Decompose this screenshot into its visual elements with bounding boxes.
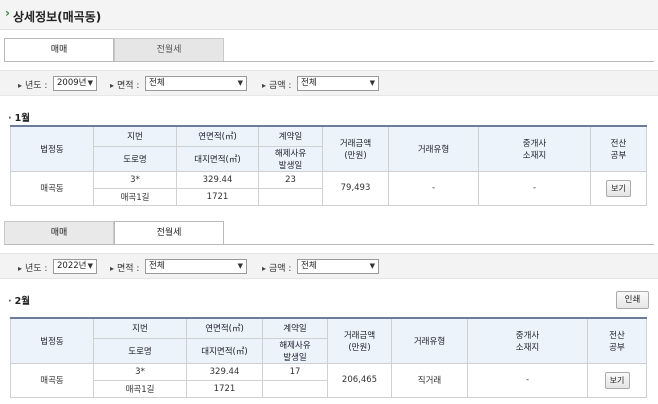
month-heading: · 2월 [8,296,30,307]
view-button[interactable]: 보기 [606,179,631,197]
year-select[interactable]: 2022년 ▼ [53,259,97,274]
cell-jibun: 3* [93,170,177,189]
col-ledger: 전산 공부 [587,317,647,364]
col-land-area: 대지면적(㎡) [186,337,263,364]
cell-land-area: 1721 [176,187,259,206]
page-title: 상세정보(매곡동) [13,10,102,24]
transaction-table-1: 법정동 지번 연면적(㎡) 계약일 거래금액 (만원) 거래유형 중개사 소재지 전… [10,125,647,206]
year-label: 년도 : [25,264,48,274]
tab-bar-2: 매매 전월세 [4,221,224,245]
cell-area: 329.44 [176,170,259,189]
amount-label: 금액 : [269,264,292,274]
cell-dong: 매곡동 [10,170,94,206]
arrow-right-icon: ▸ [18,81,23,90]
area-select[interactable]: 전체 ▼ [145,259,247,274]
tab-divider [4,244,654,245]
transaction-table-2: 법정동 지번 연면적(㎡) 계약일 거래금액 (만원) 거래유형 중개사 소재지 전… [10,317,647,398]
col-agent: 중개사 소재지 [478,125,591,172]
cell-jibun: 3* [93,362,187,381]
col-deal-type: 거래유형 [388,125,479,172]
cell-road: 매곡1길 [93,379,187,398]
arrow-right-icon: ▸ [110,264,115,273]
area-label: 면적 : [117,264,140,274]
col-land-area: 대지면적(㎡) [176,145,259,172]
area-label: 면적 : [117,81,140,91]
tab-divider [4,61,654,62]
col-dong: 법정동 [10,125,94,172]
col-jibun: 지번 [93,317,187,339]
area-select[interactable]: 전체 ▼ [145,76,247,91]
month-heading: · 1월 [8,113,30,124]
col-deal-type: 거래유형 [391,317,468,364]
cell-deal-type: 직거래 [391,362,468,398]
col-agent: 중개사 소재지 [467,317,588,364]
title-bar: › 상세정보(매곡동) [0,0,658,30]
arrow-right-icon: ▸ [262,81,267,90]
col-amount: 거래금액 (만원) [322,125,389,172]
table-row: 매곡동 3* 329.44 23 79,493 - - 보기 [10,170,647,206]
col-contract: 계약일 [262,317,328,339]
cell-dong: 매곡동 [10,362,94,398]
cell-road: 매곡1길 [93,187,177,206]
cell-amount: 206,465 [327,362,392,398]
cell-area: 329.44 [186,362,263,381]
tab-rent[interactable]: 전월세 [114,38,224,62]
cell-contract: 17 [262,362,328,381]
cell-cancel [258,187,323,206]
print-button[interactable]: 인쇄 [616,291,649,309]
col-contract: 계약일 [258,125,323,147]
col-amount: 거래금액 (만원) [327,317,392,364]
arrow-right-icon: ▸ [262,264,267,273]
view-button[interactable]: 보기 [604,371,630,389]
amount-label: 금액 : [269,81,292,91]
cell-agent: - [467,362,588,398]
dropdown-icon: ▼ [237,262,243,270]
col-dong: 법정동 [10,317,94,364]
col-ledger: 전산 공부 [590,125,647,172]
filter-bar-2: ▸ 년도 : 2022년 ▼ ▸ 면적 : 전체 ▼ ▸ 금액 : 전체 ▼ [0,253,658,279]
cell-deal-type: - [388,170,479,206]
col-cancel: 해제사유 발생일 [258,145,323,172]
amount-select[interactable]: 전체 ▼ [297,76,379,91]
dropdown-icon: ▼ [87,79,93,87]
tab-bar-1: 매매 전월세 [4,38,224,62]
year-label: 년도 : [25,81,48,91]
filter-bar-1: ▸ 년도 : 2009년 ▼ ▸ 면적 : 전체 ▼ ▸ 금액 : 전체 ▼ [0,70,658,96]
cell-land-area: 1721 [186,379,263,398]
table-row: 매곡동 3* 329.44 17 206,465 직거래 - 보기 [10,362,647,398]
tab-sale[interactable]: 매매 [4,38,114,62]
chevron-right-icon: › [5,6,10,20]
cell-contract: 23 [258,170,323,189]
cell-cancel [262,379,328,398]
tab-rent[interactable]: 전월세 [114,221,224,245]
dropdown-icon: ▼ [369,262,375,270]
cell-agent: - [478,170,591,206]
year-select[interactable]: 2009년 ▼ [53,76,97,91]
col-cancel: 해제사유 발생일 [262,337,328,364]
dropdown-icon: ▼ [369,79,375,87]
amount-select[interactable]: 전체 ▼ [297,259,379,274]
dropdown-icon: ▼ [237,79,243,87]
col-area: 연면적(㎡) [186,317,263,339]
cell-amount: 79,493 [322,170,389,206]
arrow-right-icon: ▸ [18,264,23,273]
dropdown-icon: ▼ [87,262,93,270]
tab-sale[interactable]: 매매 [4,221,114,245]
arrow-right-icon: ▸ [110,81,115,90]
col-area: 연면적(㎡) [176,125,259,147]
col-road: 도로명 [93,145,177,172]
col-jibun: 지번 [93,125,177,147]
col-road: 도로명 [93,337,187,364]
